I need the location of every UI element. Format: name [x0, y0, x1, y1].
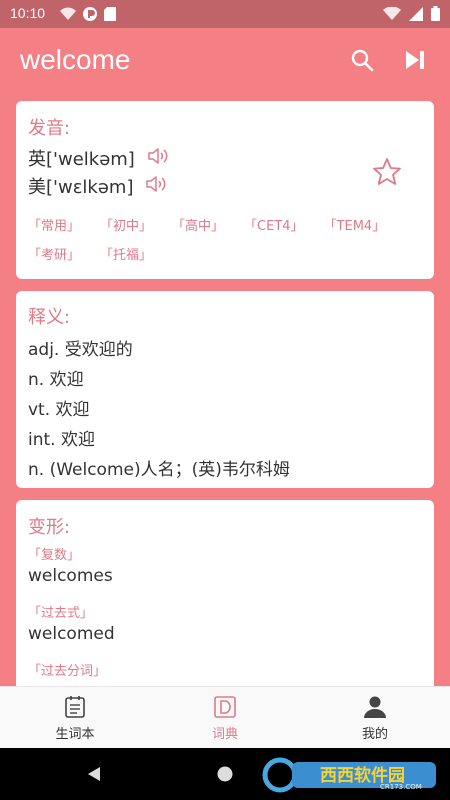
status-time: 10:10: [10, 5, 46, 21]
level-tag: 「常用」: [28, 219, 81, 234]
status-right-icons: [383, 6, 440, 21]
word-forms-card: 变形: 「复数」 welcomes 「过去式」 welcomed 「过去分词」: [16, 500, 434, 686]
system-navigation-bar: 西西软件园 CR173.COM: [0, 748, 450, 800]
pronunciation-card: 发音: 英['welkəm] 美['wɛlkəm] 「常用」 「初中」 「高中」…: [16, 101, 434, 279]
search-button[interactable]: [348, 46, 376, 74]
status-left-icons: [60, 6, 116, 22]
nav-label: 生词本: [55, 726, 95, 742]
level-tag: 「托福」: [100, 248, 153, 263]
definition-line: adj. 受欢迎的: [28, 340, 133, 360]
notebook-icon: [65, 695, 85, 718]
word-title: welcome: [20, 44, 131, 75]
skip-next-icon: [406, 51, 424, 69]
word-forms-title: 变形:: [28, 517, 71, 538]
nav-item-dictionary[interactable]: 词典: [150, 687, 300, 749]
level-tag: 「CET4」: [244, 219, 304, 234]
person-icon: [364, 696, 386, 718]
sd-card-icon: [104, 7, 116, 21]
search-icon: [351, 49, 374, 72]
uk-pronunciation-row: 英['welkəm]: [28, 145, 169, 171]
word-level-tags: 「常用」 「初中」 「高中」 「CET4」 「TEM4」 「考研」 「托福」: [28, 215, 420, 263]
form-label: 「复数」: [28, 548, 81, 563]
favorite-star-button[interactable]: [372, 157, 402, 191]
form-value: welcomed: [28, 624, 115, 644]
skip-next-button[interactable]: [401, 46, 429, 74]
status-bar: 10:10: [0, 0, 450, 28]
speaker-icon: [146, 175, 166, 192]
signal-icon: [409, 6, 423, 21]
level-tag: 「高中」: [172, 219, 225, 234]
us-phonetic: 美['wɛlkəm]: [28, 177, 134, 198]
battery-icon: [431, 6, 440, 21]
uk-speaker-button[interactable]: [147, 147, 169, 170]
us-pronunciation-row: 美['wɛlkəm]: [28, 173, 167, 199]
definition-line: vt. 欢迎: [28, 400, 90, 420]
definitions-title: 释义:: [28, 307, 71, 328]
uk-phonetic: 英['welkəm]: [28, 149, 135, 170]
definition-line: n. 欢迎: [28, 370, 84, 390]
level-tag: 「初中」: [100, 219, 153, 234]
watermark-sub: CR173.COM: [380, 783, 422, 791]
word-detail-content[interactable]: 发音: 英['welkəm] 美['wɛlkəm] 「常用」 「初中」 「高中」…: [0, 94, 450, 686]
app-notification-icon: [83, 7, 97, 21]
pronunciation-title: 发音:: [28, 118, 71, 139]
nav-label: 我的: [361, 726, 388, 742]
us-speaker-button[interactable]: [145, 175, 167, 198]
site-watermark: 西西软件园 CR173.COM: [262, 757, 436, 793]
back-icon[interactable]: [86, 766, 102, 782]
nav-item-profile[interactable]: 我的: [300, 687, 450, 749]
speaker-icon: [148, 147, 168, 164]
form-label: 「过去分词」: [28, 664, 107, 679]
definitions-card: 释义: adj. 受欢迎的 n. 欢迎 vt. 欢迎 int. 欢迎 n. (W…: [16, 291, 434, 488]
level-tag: 「TEM4」: [323, 219, 386, 234]
nav-item-vocabulary-book[interactable]: 生词本: [0, 687, 150, 749]
app-bar: welcome: [0, 28, 450, 94]
wifi-question-icon: [60, 7, 76, 20]
definition-line: int. 欢迎: [28, 430, 95, 450]
star-icon: [373, 158, 401, 185]
bottom-navigation: 生词本 词典 我的: [0, 686, 450, 748]
nav-label: 词典: [211, 726, 238, 742]
form-value: welcomes: [28, 566, 113, 586]
form-label: 「过去式」: [28, 606, 94, 621]
level-tag: 「考研」: [28, 248, 81, 263]
wifi-icon: [383, 6, 401, 20]
home-icon[interactable]: [217, 766, 233, 782]
definition-line: n. (Welcome)人名；(英)韦尔科姆: [28, 460, 290, 480]
dictionary-icon: [214, 695, 236, 718]
